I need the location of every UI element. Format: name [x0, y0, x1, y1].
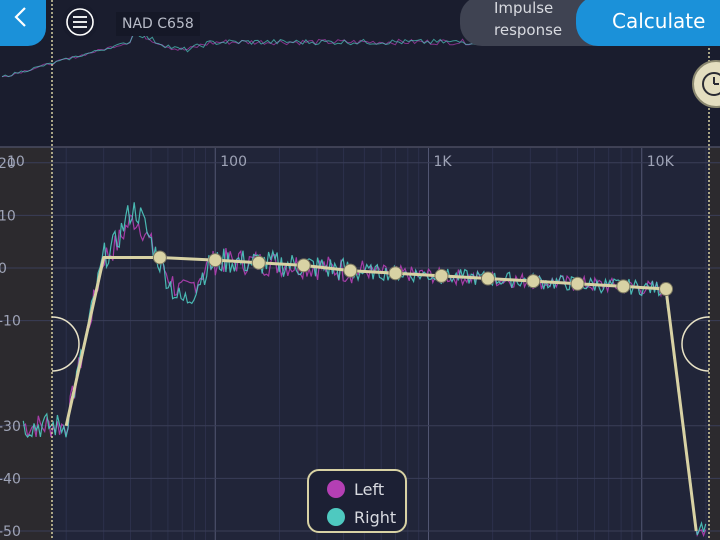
calculate-button[interactable]: Calculate	[576, 0, 720, 46]
target-control-point[interactable]	[343, 263, 358, 278]
target-control-point[interactable]	[480, 271, 495, 286]
target-control-point[interactable]	[251, 255, 266, 270]
y-tick-label: -10	[0, 314, 21, 330]
target-control-point[interactable]	[388, 266, 403, 281]
target-control-point[interactable]	[526, 274, 541, 289]
legend-item-left[interactable]: Left	[327, 475, 405, 503]
y-tick-label: 0	[0, 261, 7, 277]
legend-label-left: Left	[354, 479, 385, 499]
left-channel-swatch	[327, 480, 345, 498]
target-control-point[interactable]	[659, 282, 674, 297]
chevron-left-icon	[14, 7, 26, 27]
calculate-label: Calculate	[612, 9, 706, 33]
target-control-point[interactable]	[570, 276, 585, 291]
x-tick-label: 1K	[434, 154, 453, 170]
app-window: 10 100 1K 10K 20 10 0 -10 -30 -40 -50 NAD C658 Imp…	[0, 0, 720, 540]
y-tick-label: -40	[0, 471, 21, 487]
y-tick-label: 20	[0, 156, 16, 172]
target-control-point[interactable]	[434, 268, 449, 283]
target-control-point[interactable]	[208, 253, 223, 268]
x-tick-label: 100	[220, 154, 247, 170]
x-tick-label: 10K	[647, 154, 675, 170]
legend: Left Right	[307, 469, 407, 533]
target-control-point[interactable]	[296, 258, 311, 273]
device-name: NAD C658	[116, 12, 200, 36]
hamburger-menu-icon	[66, 8, 94, 36]
y-tick-label: -50	[0, 524, 21, 540]
legend-label-right: Right	[354, 507, 397, 527]
target-control-point[interactable]	[152, 250, 167, 265]
frequency-response-graph[interactable]: 10 100 1K 10K20100-10-30-40-50	[0, 0, 720, 540]
legend-item-right[interactable]: Right	[327, 503, 405, 531]
y-tick-label: 10	[0, 208, 16, 224]
menu-button[interactable]	[62, 4, 98, 40]
y-tick-label: -30	[0, 419, 21, 435]
target-control-point[interactable]	[616, 279, 631, 294]
right-channel-swatch	[327, 508, 345, 526]
high-cutoff-shade	[709, 147, 720, 540]
clock-icon	[702, 72, 720, 96]
back-button[interactable]	[0, 0, 46, 46]
